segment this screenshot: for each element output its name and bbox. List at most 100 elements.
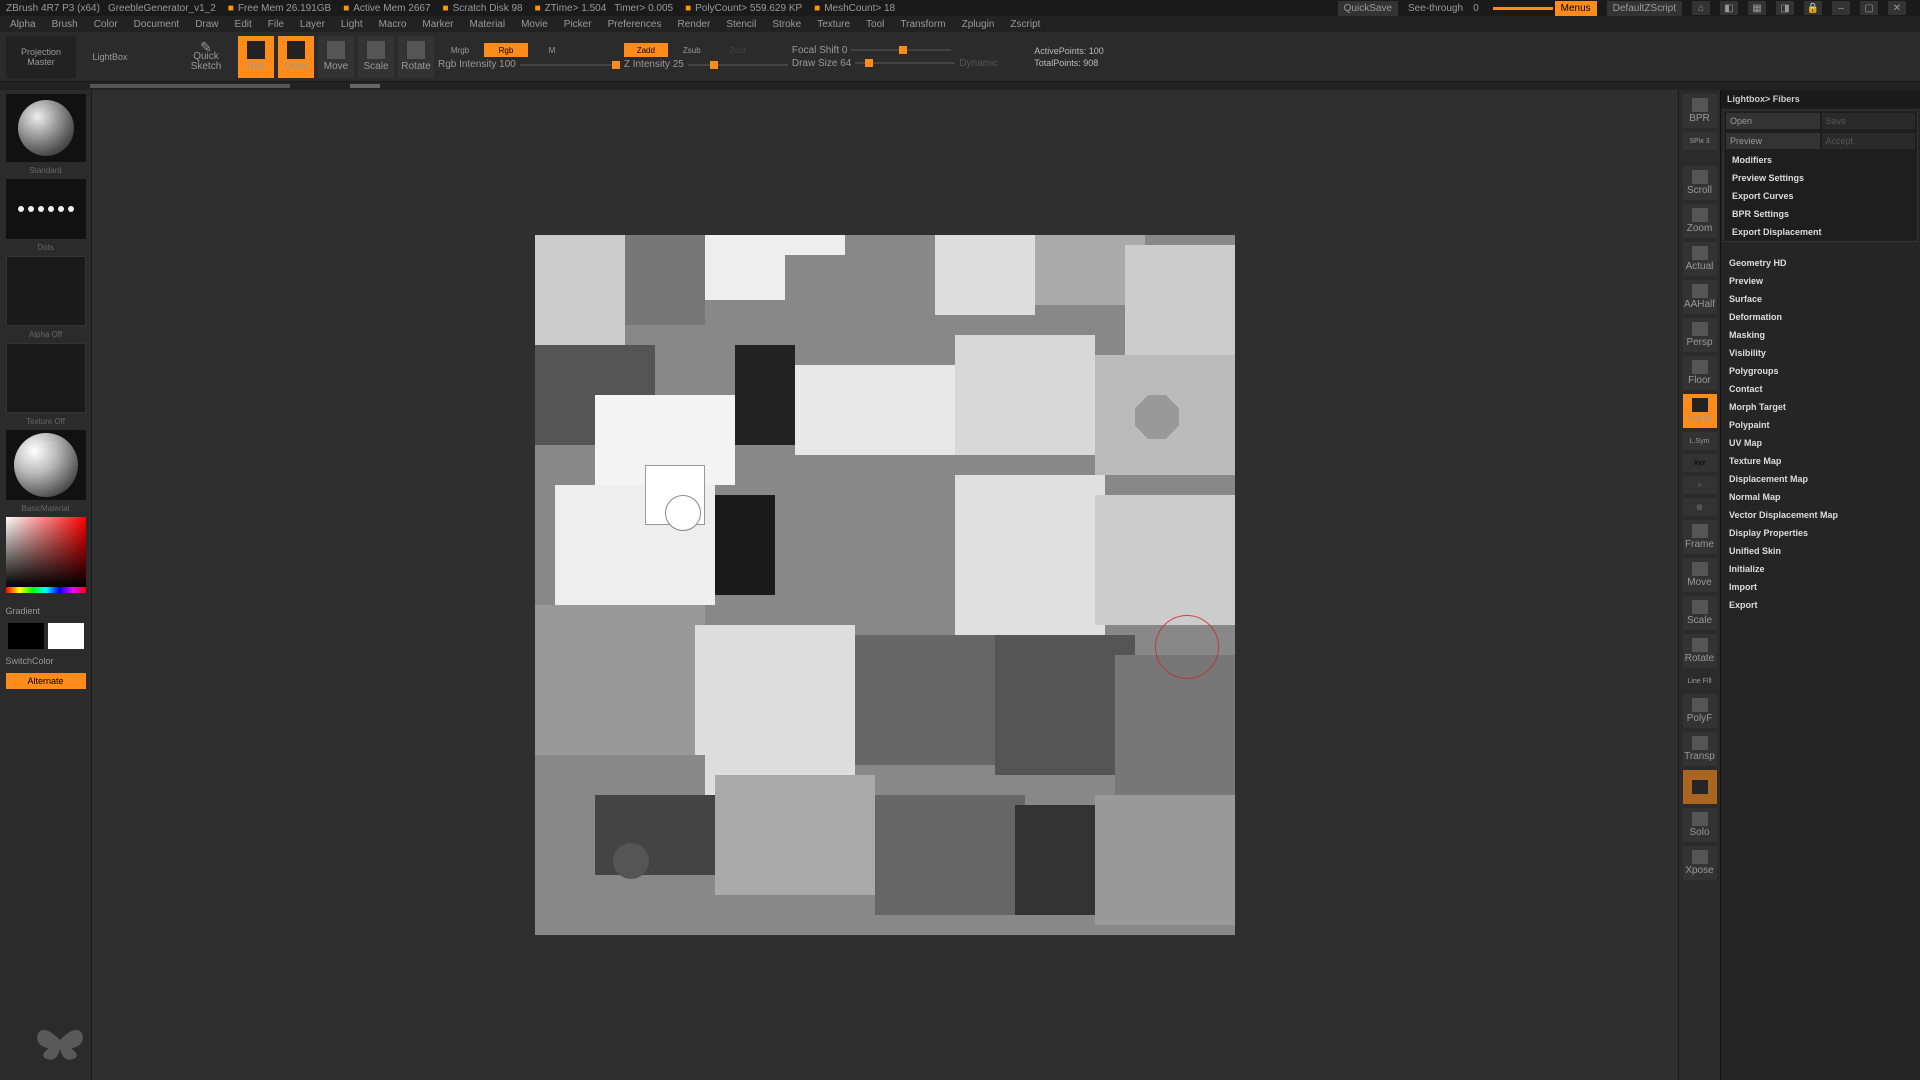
save-button[interactable]: Save bbox=[1822, 113, 1916, 129]
rollout-export[interactable]: Export bbox=[1721, 596, 1920, 614]
rotate-mode-button[interactable]: Rotate bbox=[398, 36, 434, 78]
rollout-polypaint[interactable]: Polypaint bbox=[1721, 416, 1920, 434]
rollout-normal-map[interactable]: Normal Map bbox=[1721, 488, 1920, 506]
menu-movie[interactable]: Movie bbox=[515, 18, 554, 31]
menu-color[interactable]: Color bbox=[88, 18, 124, 31]
brush-thumbnail[interactable] bbox=[6, 94, 86, 162]
home-icon[interactable]: ⌂ bbox=[1692, 1, 1710, 15]
hue-strip[interactable] bbox=[6, 587, 86, 593]
bpr-settings-rollout[interactable]: BPR Settings bbox=[1724, 205, 1917, 223]
scale-view-button[interactable]: Scale bbox=[1683, 596, 1717, 630]
move-mode-button[interactable]: Move bbox=[318, 36, 354, 78]
dock-right-icon[interactable]: ◨ bbox=[1776, 1, 1794, 15]
rollout-visibility[interactable]: Visibility bbox=[1721, 344, 1920, 362]
lightbox-button[interactable]: LightBox bbox=[80, 36, 140, 78]
rollout-surface[interactable]: Surface bbox=[1721, 290, 1920, 308]
move-view-button[interactable]: Move bbox=[1683, 558, 1717, 592]
menu-tool[interactable]: Tool bbox=[860, 18, 890, 31]
menu-picker[interactable]: Picker bbox=[558, 18, 598, 31]
ghost-button[interactable] bbox=[1683, 770, 1717, 804]
menu-file[interactable]: File bbox=[262, 18, 290, 31]
edit-mode-button[interactable]: Edit bbox=[238, 36, 274, 78]
rollout-polygroups[interactable]: Polygroups bbox=[1721, 362, 1920, 380]
rollout-masking[interactable]: Masking bbox=[1721, 326, 1920, 344]
focal-shift-slider[interactable] bbox=[851, 49, 951, 51]
pivot-button[interactable]: ○ bbox=[1683, 476, 1717, 494]
projection-master-button[interactable]: Projection Master bbox=[6, 36, 76, 78]
transp-button[interactable]: Transp bbox=[1683, 732, 1717, 766]
panel-header[interactable]: Lightbox> Fibers bbox=[1721, 90, 1920, 108]
color-picker[interactable] bbox=[6, 517, 86, 587]
open-button[interactable]: Open bbox=[1726, 113, 1820, 129]
alternate-button[interactable]: Alternate bbox=[6, 673, 86, 689]
texture-thumbnail[interactable] bbox=[6, 343, 86, 413]
menu-edit[interactable]: Edit bbox=[229, 18, 258, 31]
menu-macro[interactable]: Macro bbox=[373, 18, 413, 31]
alpha-thumbnail[interactable] bbox=[6, 256, 86, 326]
close-icon[interactable]: ✕ bbox=[1888, 1, 1906, 15]
focal-shift-label[interactable]: Focal Shift 0 bbox=[792, 45, 848, 56]
menu-stencil[interactable]: Stencil bbox=[720, 18, 762, 31]
accept-button[interactable]: Accept bbox=[1822, 133, 1916, 149]
dynamic-label[interactable]: Dynamic bbox=[959, 58, 998, 69]
dock-mid-icon[interactable]: ▦ bbox=[1748, 1, 1766, 15]
rollout-initialize[interactable]: Initialize bbox=[1721, 560, 1920, 578]
menu-alpha[interactable]: Alpha bbox=[4, 18, 42, 31]
zsub-button[interactable]: Zsub bbox=[670, 43, 714, 57]
draw-mode-button[interactable]: Draw bbox=[278, 36, 314, 78]
menu-layer[interactable]: Layer bbox=[294, 18, 331, 31]
menus-toggle[interactable]: Menus bbox=[1555, 1, 1597, 16]
scroll-button[interactable]: Scroll bbox=[1683, 166, 1717, 200]
rollout-vector-displacement-map[interactable]: Vector Displacement Map bbox=[1721, 506, 1920, 524]
rollout-contact[interactable]: Contact bbox=[1721, 380, 1920, 398]
polyf-button[interactable]: PolyF bbox=[1683, 694, 1717, 728]
export-curves-rollout[interactable]: Export Curves bbox=[1724, 187, 1917, 205]
local-button[interactable]: Local bbox=[1683, 394, 1717, 428]
lock-icon[interactable]: 🔒 bbox=[1804, 1, 1822, 15]
m-button[interactable]: M bbox=[530, 43, 574, 57]
rgb-intensity-label[interactable]: Rgb Intensity 100 bbox=[438, 59, 516, 70]
zadd-button[interactable]: Zadd bbox=[624, 43, 668, 57]
bpr-button[interactable]: BPR bbox=[1683, 94, 1717, 128]
rollout-display-properties[interactable]: Display Properties bbox=[1721, 524, 1920, 542]
draw-size-slider[interactable] bbox=[855, 62, 955, 64]
quicksave-button[interactable]: QuickSave bbox=[1338, 1, 1398, 16]
menu-material[interactable]: Material bbox=[464, 18, 512, 31]
menu-zplugin[interactable]: Zplugin bbox=[956, 18, 1001, 31]
dock-left-icon[interactable]: ◧ bbox=[1720, 1, 1738, 15]
mrgb-button[interactable]: Mrgb bbox=[438, 43, 482, 57]
maximize-icon[interactable]: ▢ bbox=[1860, 1, 1878, 15]
rollout-displacement-map[interactable]: Displacement Map bbox=[1721, 470, 1920, 488]
rollout-unified-skin[interactable]: Unified Skin bbox=[1721, 542, 1920, 560]
menu-zscript[interactable]: Zscript bbox=[1004, 18, 1046, 31]
xpose-button[interactable]: Xpose bbox=[1683, 846, 1717, 880]
menu-transform[interactable]: Transform bbox=[894, 18, 951, 31]
material-thumbnail[interactable] bbox=[6, 430, 86, 500]
rgb-intensity-slider[interactable] bbox=[520, 64, 620, 66]
spix-button[interactable]: SPix 3 bbox=[1683, 132, 1717, 150]
rollout-geometry-hd[interactable]: Geometry HD bbox=[1721, 254, 1920, 272]
rollout-uv-map[interactable]: UV Map bbox=[1721, 434, 1920, 452]
defaultzscript-button[interactable]: DefaultZScript bbox=[1607, 1, 1682, 16]
zoom-button[interactable]: Zoom bbox=[1683, 204, 1717, 238]
lsym-button[interactable]: L.Sym bbox=[1683, 432, 1717, 450]
menu-marker[interactable]: Marker bbox=[416, 18, 459, 31]
switchcolor-button[interactable]: SwitchColor bbox=[6, 653, 86, 669]
rollout-preview[interactable]: Preview bbox=[1721, 272, 1920, 290]
menu-render[interactable]: Render bbox=[672, 18, 717, 31]
xyz-button[interactable]: Xyz bbox=[1683, 454, 1717, 472]
timeline-strip[interactable] bbox=[0, 82, 1920, 90]
aahalf-button[interactable]: AAHalf bbox=[1683, 280, 1717, 314]
minimize-icon[interactable]: – bbox=[1832, 1, 1850, 15]
viewport[interactable] bbox=[535, 235, 1235, 935]
z-intensity-label[interactable]: Z Intensity 25 bbox=[624, 59, 684, 70]
preview-button[interactable]: Preview bbox=[1726, 133, 1820, 149]
menu-draw[interactable]: Draw bbox=[189, 18, 224, 31]
menu-light[interactable]: Light bbox=[335, 18, 369, 31]
floor-button[interactable]: Floor bbox=[1683, 356, 1717, 390]
draw-size-label[interactable]: Draw Size 64 bbox=[792, 58, 851, 69]
rotate-view-button[interactable]: Rotate bbox=[1683, 634, 1717, 668]
preview-settings-rollout[interactable]: Preview Settings bbox=[1724, 169, 1917, 187]
rollout-import[interactable]: Import bbox=[1721, 578, 1920, 596]
scale-mode-button[interactable]: Scale bbox=[358, 36, 394, 78]
